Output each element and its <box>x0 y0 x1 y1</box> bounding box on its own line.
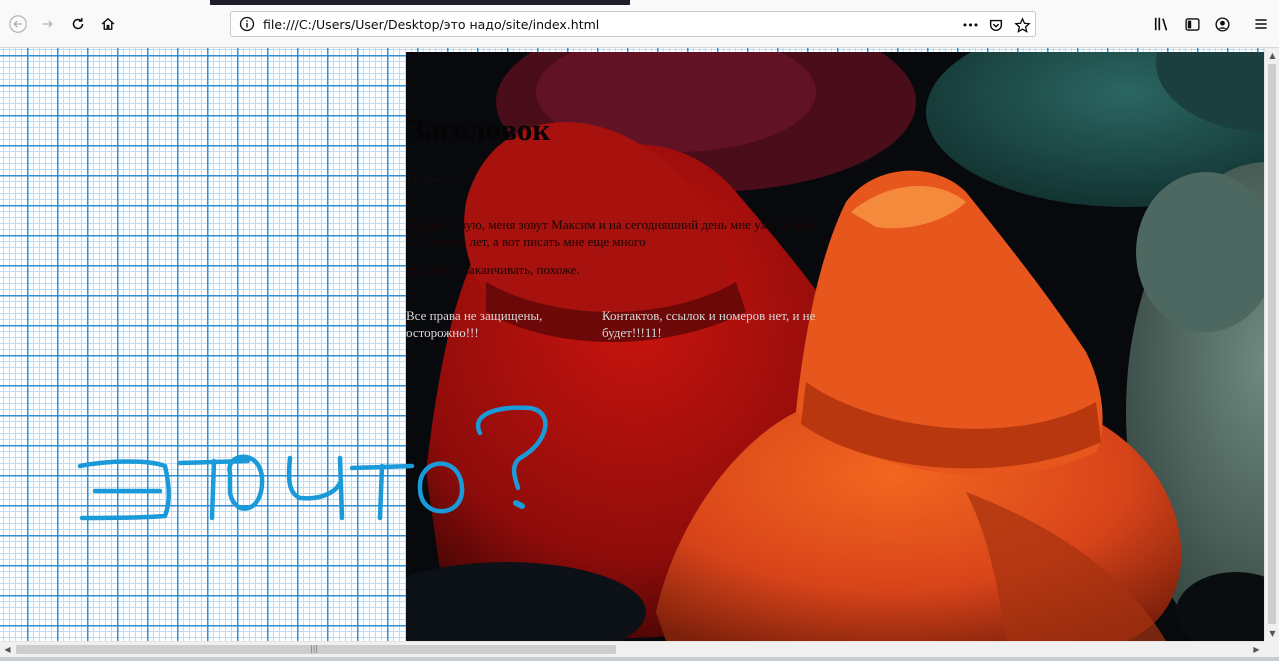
library-icon <box>1154 17 1168 31</box>
scroll-grip-icon: ||| <box>310 644 319 653</box>
vertical-scroll-thumb[interactable] <box>1268 64 1276 624</box>
page-paragraph-2: Все, пора заканчивать, похоже. <box>408 262 580 277</box>
back-button[interactable] <box>6 12 30 36</box>
taskbar-edge <box>0 657 1279 661</box>
home-icon <box>101 17 115 30</box>
vertical-scrollbar[interactable]: ▲ ▼ <box>1264 48 1279 641</box>
back-arrow-icon <box>9 15 27 33</box>
forward-button[interactable] <box>36 12 60 36</box>
footer-contacts: Контактов, ссылок и номеров нет, и не бу… <box>602 308 816 340</box>
url-text[interactable]: file:///C:/Users/User/Desktop/это надо/s… <box>263 17 599 32</box>
menu-button[interactable] <box>1251 14 1271 34</box>
bookmark-star-icon <box>1013 16 1031 33</box>
sidebar-icon <box>1184 17 1200 31</box>
page-content: Заголовок Пишем... Приветствую, меня зов… <box>406 52 1264 641</box>
footer-copyright: Все права не защищены, осторожно!!! <box>406 308 543 340</box>
library-button[interactable] <box>1152 14 1172 34</box>
scroll-corner <box>1264 641 1279 657</box>
account-icon <box>1214 16 1230 32</box>
forward-arrow-icon <box>42 20 53 28</box>
home-button[interactable] <box>96 12 120 36</box>
scroll-right-icon[interactable]: ▶ <box>1249 642 1264 657</box>
window-top-strip <box>210 0 630 5</box>
page-actions-button[interactable]: ••• <box>961 16 979 34</box>
reload-icon <box>72 18 84 30</box>
scroll-left-icon[interactable]: ◀ <box>0 642 15 657</box>
account-button[interactable] <box>1212 14 1232 34</box>
info-icon[interactable] <box>239 16 255 32</box>
reload-button[interactable] <box>66 12 90 36</box>
page-title: Заголовок <box>408 112 551 147</box>
scroll-down-icon[interactable]: ▼ <box>1265 626 1279 641</box>
horizontal-scrollbar[interactable]: ◀ ||| ▶ <box>0 641 1264 657</box>
sidebar-button[interactable] <box>1182 14 1202 34</box>
page-paragraph: Приветствую, меня зовут Максим и на сего… <box>408 217 813 249</box>
pocket-button[interactable] <box>987 16 1005 34</box>
bookmark-button[interactable] <box>1013 16 1031 34</box>
more-dots-icon: ••• <box>961 18 979 32</box>
address-bar[interactable]: file:///C:/Users/User/Desktop/это надо/s… <box>230 11 1036 37</box>
page-viewport: Заголовок Пишем... Приветствую, меня зов… <box>0 48 1264 641</box>
pocket-icon <box>989 19 1003 31</box>
scroll-up-icon[interactable]: ▲ <box>1265 48 1279 63</box>
browser-toolbar: file:///C:/Users/User/Desktop/это надо/s… <box>0 0 1279 48</box>
page-subtitle: Пишем... <box>408 172 455 186</box>
menu-icon <box>1255 19 1267 29</box>
